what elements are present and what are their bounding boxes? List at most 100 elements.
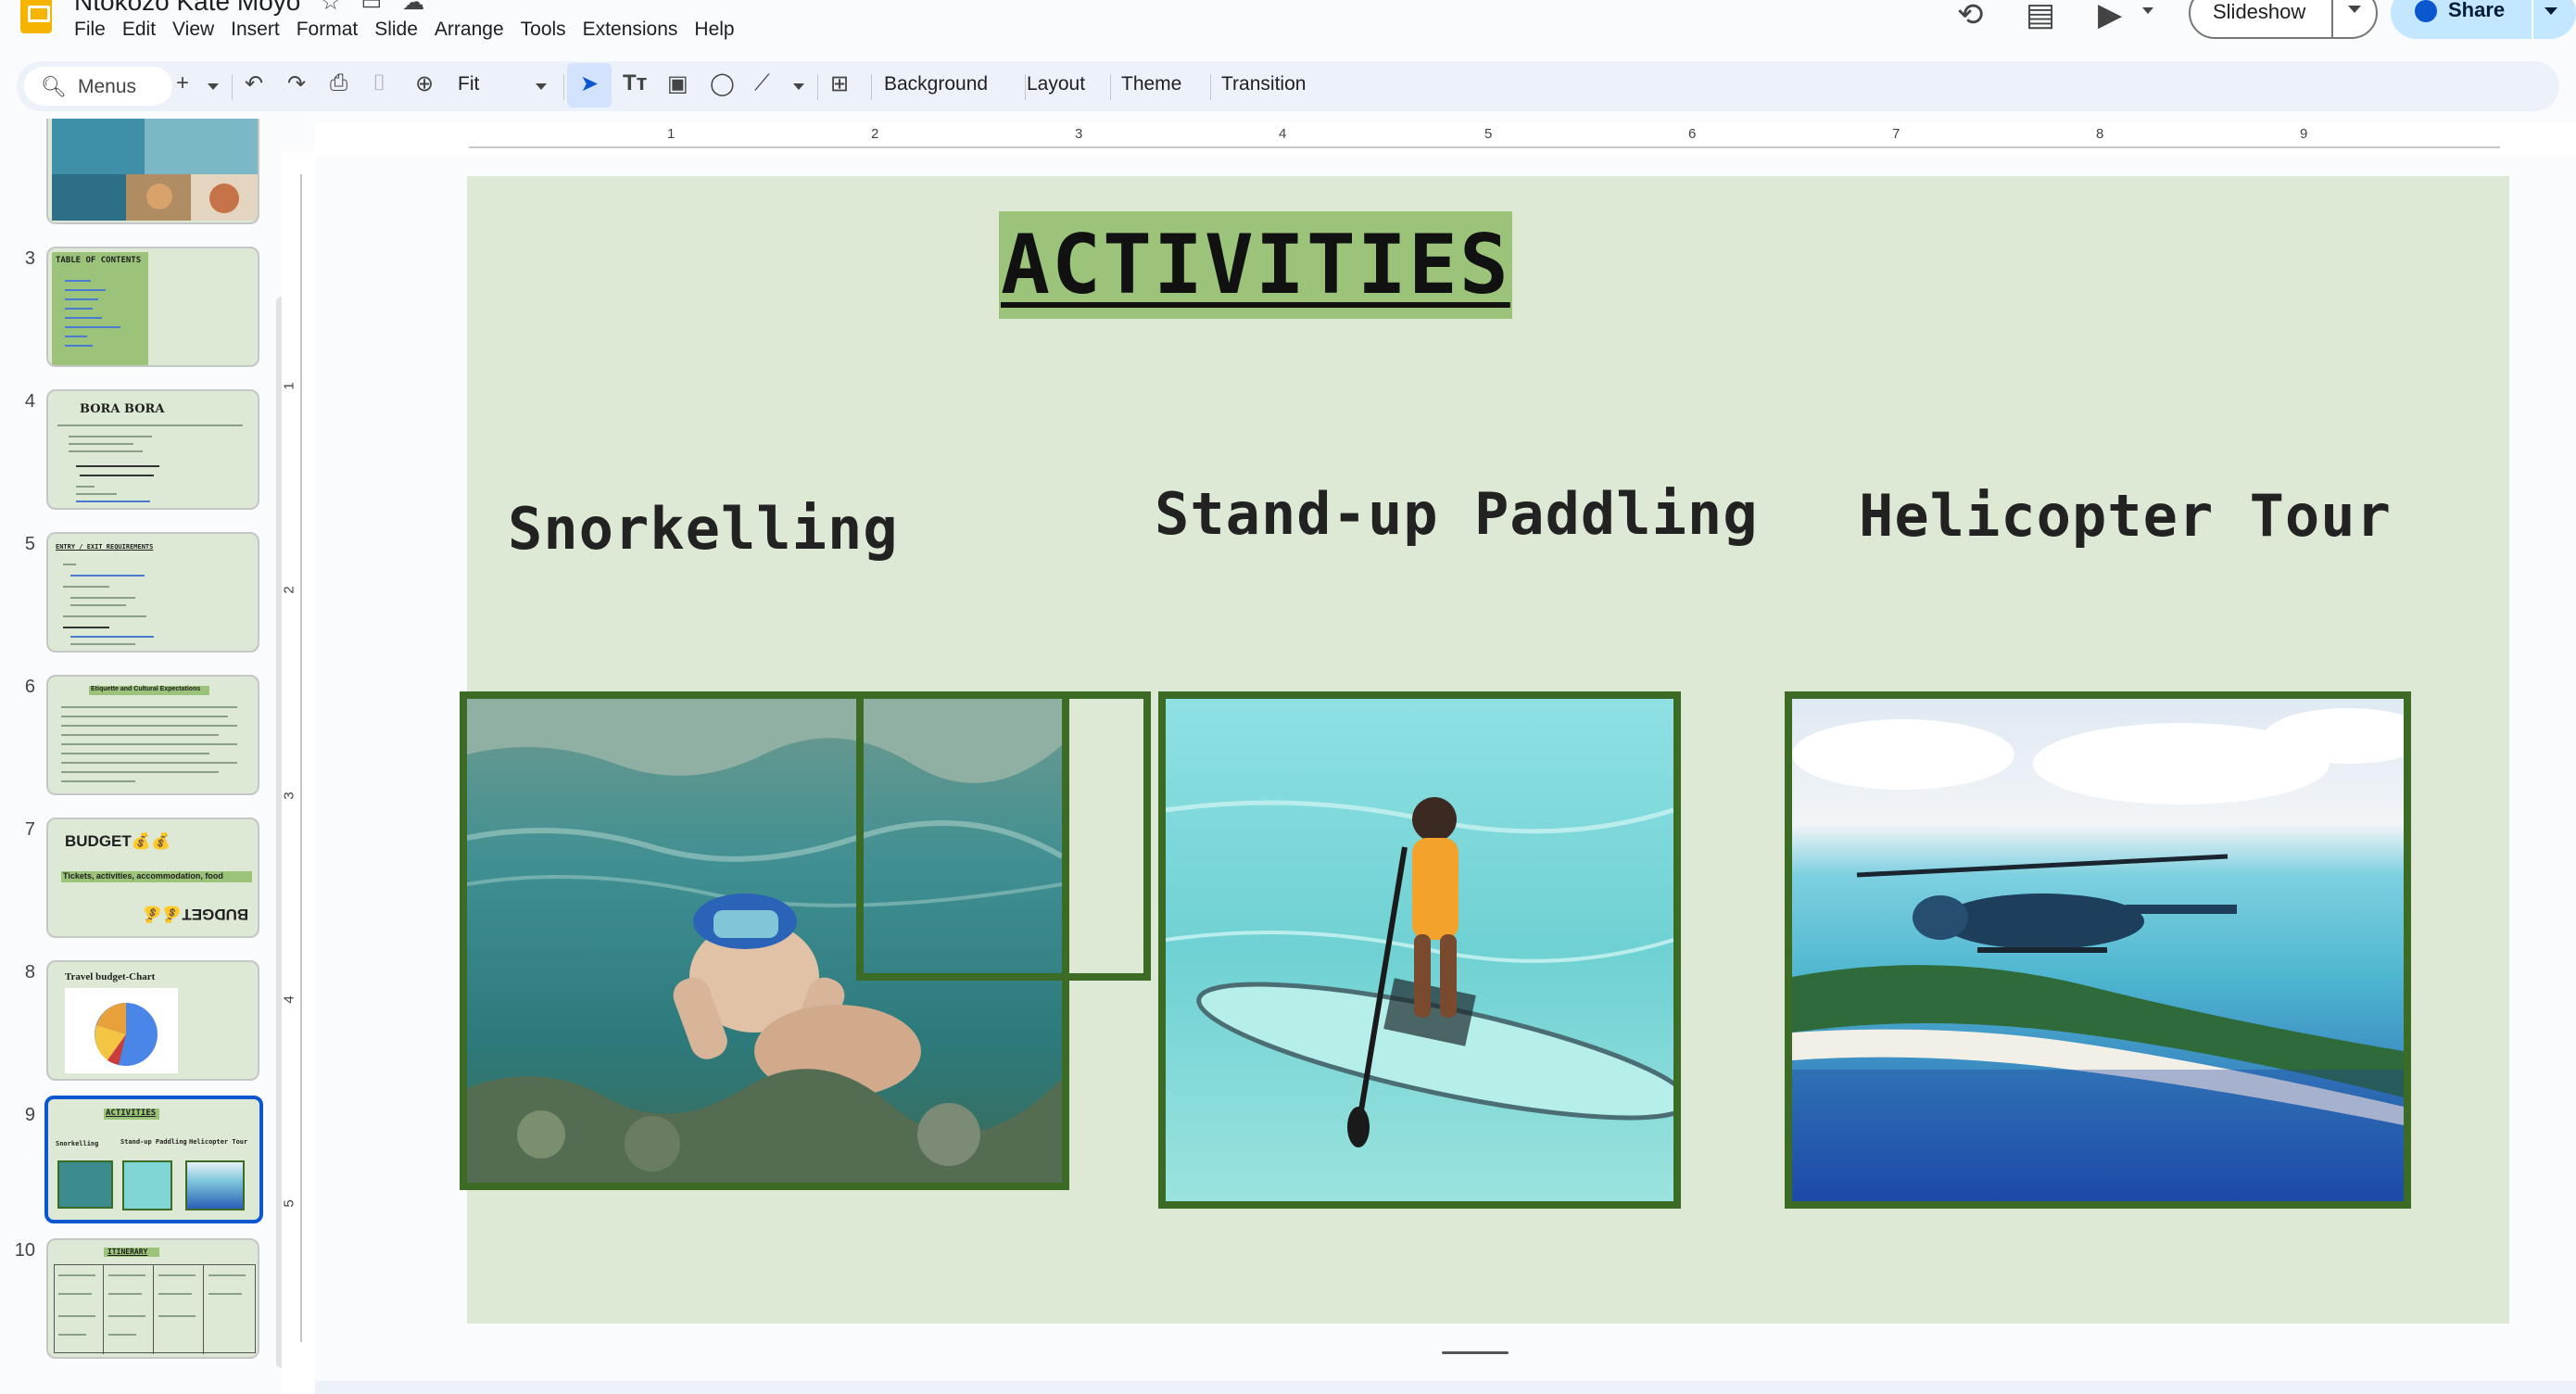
redo-icon[interactable]: ↷ — [287, 70, 306, 97]
menu-insert[interactable]: Insert — [231, 19, 291, 41]
menu-file[interactable]: File — [74, 19, 117, 41]
document-title[interactable]: Ntokozo Kate Moyo — [74, 0, 300, 17]
activity-label-helicopter[interactable]: Helicopter Tour — [1859, 482, 2392, 550]
speaker-notes-strip[interactable] — [315, 1381, 2576, 1394]
menu-view[interactable]: View — [172, 19, 225, 41]
slide-thumbnail-10[interactable]: ITINERARY — [46, 1238, 259, 1359]
activity-label-snorkelling[interactable]: Snorkelling — [508, 495, 899, 563]
thumbnail-background: TABLE OF CONTENTS — [52, 252, 254, 365]
toolbar-divider — [232, 74, 233, 100]
share-label: Share — [2448, 0, 2506, 21]
paddling-photo[interactable] — [1158, 691, 1681, 1209]
thumbnail-subtitle: Tickets, activities, accommodation, food — [63, 871, 223, 881]
menu-slide[interactable]: Slide — [374, 19, 429, 41]
thumbnail-line — [58, 1274, 95, 1276]
menu-arrange[interactable]: Arrange — [435, 19, 515, 41]
star-icon[interactable]: ☆ — [321, 0, 341, 16]
slide-thumbnail-3[interactable]: TABLE OF CONTENTS — [46, 247, 259, 367]
thumbnail-background: ITINERARY — [52, 1244, 256, 1354]
menu-tools[interactable]: Tools — [521, 19, 577, 41]
snorkelling-thumbnail-photo — [57, 1160, 113, 1209]
slideshow-button[interactable]: Slideshow — [2189, 0, 2378, 39]
thumbnail-background: ACTIVITIES Snorkelling Stand-up Paddling… — [52, 1103, 256, 1216]
thumbnail-line — [58, 1293, 92, 1295]
slide-thumbnail-5[interactable]: ENTRY / EXIT REQUIREMENTS — [46, 532, 259, 653]
share-button[interactable]: Share — [2391, 0, 2576, 39]
paint-format-icon[interactable]: ⌷ — [373, 70, 385, 96]
slide-thumbnail-7[interactable]: BUDGET💰💰 Tickets, activities, accommodat… — [46, 817, 259, 938]
menu-format[interactable]: Format — [297, 19, 370, 41]
thumbnail-mirrored-title: BUDGET💰💰 — [143, 906, 249, 923]
slide-thumbnail-8[interactable]: Travel budget-Chart — [46, 960, 259, 1081]
layout-button[interactable]: Layout — [1027, 73, 1085, 95]
thumbnail-title: Etiquette and Cultural Expectations — [91, 686, 201, 692]
ruler-number: 3 — [1075, 126, 1083, 142]
print-icon[interactable]: ⎙ — [330, 70, 347, 96]
zoom-caret-icon[interactable] — [536, 83, 547, 90]
transition-button[interactable]: Transition — [1221, 73, 1306, 95]
vertical-ruler[interactable]: 1 2 3 4 5 — [282, 152, 315, 1394]
cloud-status-icon[interactable]: ☁ — [402, 0, 424, 16]
slideshow-divider — [2331, 0, 2333, 39]
background-button[interactable]: Background — [884, 73, 988, 95]
thumbnail-line — [63, 586, 109, 588]
ruler-number: 8 — [2096, 126, 2104, 142]
horizontal-ruler[interactable]: 1 2 3 4 5 6 7 8 9 — [315, 122, 2576, 156]
theme-button[interactable]: Theme — [1121, 73, 1181, 95]
speaker-notes-resize-handle[interactable] — [1442, 1351, 1509, 1354]
menu-edit[interactable]: Edit — [122, 19, 167, 41]
thumbnail-line — [158, 1293, 192, 1295]
thumbnail-line — [208, 1293, 242, 1295]
slide-thumbnail-6[interactable]: Etiquette and Cultural Expectations — [46, 675, 259, 795]
meet-icon[interactable]: ▶ — [2098, 0, 2122, 33]
shape-icon[interactable]: ◯ — [710, 70, 735, 97]
undo-icon[interactable]: ↶ — [245, 70, 263, 97]
slide-thumbnail-2[interactable] — [46, 119, 259, 224]
thumbnail-label: Snorkelling — [56, 1140, 99, 1147]
globe-icon — [2415, 0, 2437, 22]
slide-title[interactable]: ACTIVITIES — [999, 211, 1512, 319]
share-options-icon[interactable] — [2544, 7, 2557, 15]
thumbnail-line — [108, 1293, 142, 1295]
line-caret-icon[interactable] — [793, 83, 804, 90]
thumbnail-title: BUDGET💰💰 — [65, 832, 171, 850]
menu-extensions[interactable]: Extensions — [583, 19, 689, 41]
slideshow-options-icon[interactable] — [2348, 6, 2361, 13]
line-icon[interactable]: ⟋ — [754, 70, 770, 96]
helicopter-photo[interactable] — [1785, 691, 2411, 1209]
ruler-number: 6 — [1688, 126, 1697, 142]
image-icon[interactable]: ▣ — [667, 70, 688, 97]
select-tool-button[interactable]: ➤ — [567, 63, 612, 108]
text-box-icon[interactable]: Tт — [623, 70, 647, 96]
thumbnail-line — [61, 753, 209, 754]
zoom-icon[interactable]: ⊕ — [415, 70, 434, 97]
move-folder-icon[interactable]: ▭ — [361, 0, 383, 16]
zoom-select[interactable]: Fit — [458, 73, 479, 95]
new-slide-icon[interactable]: + — [176, 70, 189, 96]
thumbnail-line — [76, 465, 159, 467]
slide-thumbnail-9-selected[interactable]: ACTIVITIES Snorkelling Stand-up Paddling… — [44, 1096, 263, 1223]
new-slide-caret-icon[interactable] — [208, 83, 219, 90]
slide-thumbnail-4[interactable]: BORA BORA — [46, 389, 259, 510]
ruler-number: 2 — [281, 586, 297, 594]
ruler-track — [469, 146, 2500, 148]
menu-help[interactable]: Help — [694, 19, 745, 41]
slide-canvas[interactable]: ACTIVITIES Snorkelling Stand-up Paddling… — [460, 176, 2509, 1324]
slide-number: 9 — [24, 1105, 35, 1125]
thumbnail-line — [63, 627, 109, 628]
ruler-number: 1 — [667, 126, 676, 142]
thumbnail-line — [61, 743, 237, 745]
paddling-thumbnail-photo — [122, 1160, 172, 1210]
toolbar-divider — [1210, 74, 1211, 100]
menu-bar: File Edit View Insert Format Slide Arran… — [74, 19, 751, 41]
version-history-icon[interactable]: ⟲ — [1957, 0, 1984, 33]
menus-search[interactable]: 🔍︎ Menus — [24, 67, 172, 106]
slide-number: 7 — [24, 819, 35, 840]
slides-logo-icon[interactable] — [20, 0, 52, 33]
top-bar: Ntokozo Kate Moyo ☆ ▭ ☁ File Edit View I… — [0, 0, 2576, 54]
comments-icon[interactable]: ▤ — [2026, 0, 2055, 33]
add-comment-icon[interactable]: ⊞ — [830, 70, 849, 97]
meet-caret-icon[interactable] — [2142, 7, 2153, 14]
activity-label-paddling[interactable]: Stand-up Paddling — [1155, 480, 1759, 548]
thumbnail-label: Stand-up Paddling — [120, 1138, 187, 1146]
